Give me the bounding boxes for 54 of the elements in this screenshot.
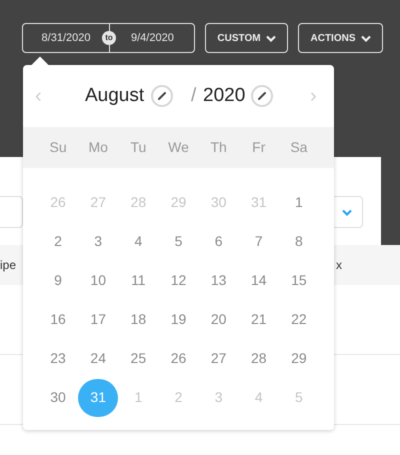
day-cell[interactable]: 9 — [38, 262, 78, 300]
dropdown-button[interactable]: ACTIONS — [298, 23, 383, 53]
column-header: ipe — [0, 257, 16, 274]
day-cell[interactable]: 23 — [38, 340, 78, 378]
day-cell[interactable]: 13 — [198, 262, 239, 300]
day-cell[interactable]: 28 — [238, 340, 279, 378]
weekday-label: Sa — [289, 138, 308, 157]
day-cell[interactable]: 3 — [78, 222, 118, 260]
range-separator: to — [102, 31, 116, 45]
day-cell[interactable]: 14 — [238, 262, 279, 300]
day-cell[interactable]: 7 — [238, 222, 279, 260]
chevron-down-icon — [342, 208, 352, 216]
month-label: August — [85, 84, 144, 108]
edit-icon[interactable] — [151, 85, 173, 107]
day-cell[interactable]: 15 — [278, 262, 319, 300]
day-cell[interactable]: 22 — [278, 300, 319, 338]
day-cell[interactable]: 27 — [198, 340, 239, 378]
column-header: x — [336, 257, 342, 274]
slash-separator: / — [191, 84, 196, 108]
day-cell[interactable]: 4 — [118, 222, 158, 260]
day-cell[interactable]: 10 — [78, 262, 118, 300]
edit-icon[interactable] — [251, 85, 273, 107]
year-label: 2020 — [203, 84, 246, 108]
day-cell[interactable]: 21 — [238, 300, 279, 338]
day-cell[interactable]: 17 — [78, 300, 118, 338]
day-cell[interactable]: 31 — [78, 378, 118, 416]
day-cell[interactable]: 6 — [198, 222, 239, 260]
weekday-label: Su — [48, 138, 68, 157]
day-cell[interactable]: 12 — [158, 262, 198, 300]
weekday-label: Tu — [129, 138, 148, 157]
day-cell[interactable]: 24 — [78, 340, 118, 378]
weekday-label: Mo — [87, 138, 109, 157]
day-cell[interactable]: 16 — [38, 300, 78, 338]
weekday-label: Th — [209, 138, 228, 157]
weekday-label: Fr — [251, 138, 266, 157]
day-cell[interactable]: 8 — [278, 222, 319, 260]
day-cell[interactable]: 5 — [158, 222, 198, 260]
day-cell[interactable]: 30 — [38, 378, 78, 416]
chevron-down-icon — [266, 34, 276, 42]
dropdown-button[interactable]: CUSTOM — [205, 23, 288, 53]
day-cell[interactable]: 25 — [118, 340, 158, 378]
day-cell[interactable]: 18 — [118, 300, 158, 338]
end-date: 9/4/2020 — [131, 30, 174, 46]
day-cell[interactable]: 26 — [158, 340, 198, 378]
weekday-label: We — [167, 138, 190, 157]
day-cell[interactable]: 1 — [278, 184, 319, 222]
day-cell[interactable]: 29 — [278, 340, 319, 378]
chevron-down-icon — [360, 34, 370, 42]
day-cell[interactable]: 11 — [118, 262, 158, 300]
day-cell[interactable]: 19 — [158, 300, 198, 338]
date-range-field[interactable]: 8/31/2020 to 9/4/2020 — [22, 23, 195, 53]
start-date: 8/31/2020 — [42, 30, 90, 46]
day-cell[interactable]: 20 — [198, 300, 239, 338]
day-cell[interactable]: 2 — [38, 222, 78, 260]
